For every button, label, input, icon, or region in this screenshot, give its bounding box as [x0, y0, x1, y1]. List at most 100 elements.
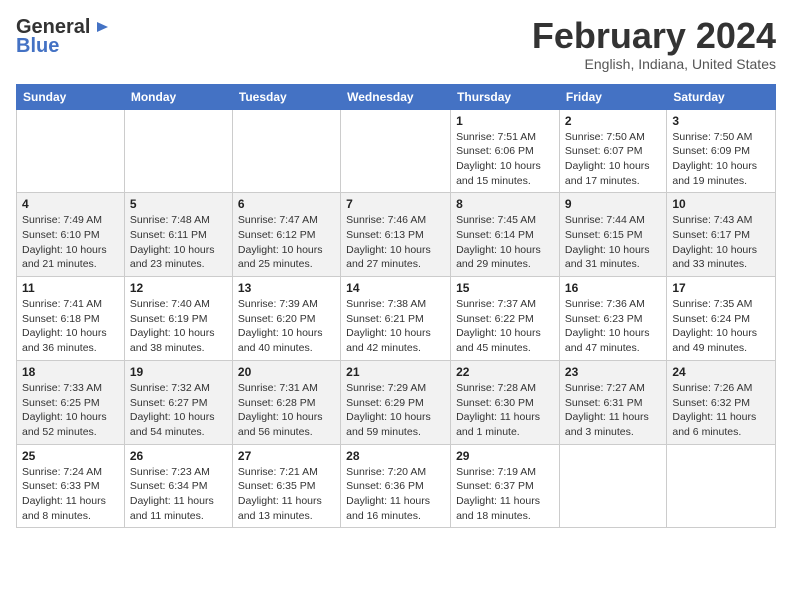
day-info: Sunrise: 7:37 AMSunset: 6:22 PMDaylight:… — [456, 297, 554, 356]
calendar-cell: 22 Sunrise: 7:28 AMSunset: 6:30 PMDayligh… — [451, 360, 560, 444]
day-number: 9 — [565, 197, 661, 211]
day-number: 17 — [672, 281, 770, 295]
calendar-cell: 1Sunrise: 7:51 AMSunset: 6:06 PMDaylight… — [451, 109, 560, 193]
week-row-1: 1Sunrise: 7:51 AMSunset: 6:06 PMDaylight… — [17, 109, 776, 193]
header-tuesday: Tuesday — [232, 84, 340, 109]
calendar-cell: 7 Sunrise: 7:46 AMSunset: 6:13 PMDaylight… — [341, 193, 451, 277]
calendar-cell: 3 Sunrise: 7:50 AMSunset: 6:09 PMDaylight… — [667, 109, 776, 193]
day-number: 6 — [238, 197, 335, 211]
day-info: Sunrise: 7:33 AMSunset: 6:25 PMDaylight:… — [22, 381, 119, 440]
day-info: Sunrise: 7:44 AMSunset: 6:15 PMDaylight:… — [565, 213, 661, 272]
day-number: 29 — [456, 449, 554, 463]
day-info: Sunrise: 7:35 AMSunset: 6:24 PMDaylight:… — [672, 297, 770, 356]
day-info: Sunrise: 7:41 AMSunset: 6:18 PMDaylight:… — [22, 297, 119, 356]
day-number: 13 — [238, 281, 335, 295]
calendar-cell: 18 Sunrise: 7:33 AMSunset: 6:25 PMDayligh… — [17, 360, 125, 444]
calendar-cell: 13 Sunrise: 7:39 AMSunset: 6:20 PMDayligh… — [232, 277, 340, 361]
day-number: 14 — [346, 281, 445, 295]
calendar-cell — [232, 109, 340, 193]
week-row-3: 11 Sunrise: 7:41 AMSunset: 6:18 PMDayligh… — [17, 277, 776, 361]
day-number: 2 — [565, 114, 661, 128]
calendar-cell: 9 Sunrise: 7:44 AMSunset: 6:15 PMDaylight… — [559, 193, 666, 277]
day-info: Sunrise: 7:26 AMSunset: 6:32 PMDaylight:… — [672, 381, 770, 440]
day-number: 27 — [238, 449, 335, 463]
day-info: Sunrise: 7:39 AMSunset: 6:20 PMDaylight:… — [238, 297, 335, 356]
calendar-cell: 11 Sunrise: 7:41 AMSunset: 6:18 PMDayligh… — [17, 277, 125, 361]
day-info: Sunrise: 7:28 AMSunset: 6:30 PMDaylight:… — [456, 381, 554, 440]
day-info: Sunrise: 7:43 AMSunset: 6:17 PMDaylight:… — [672, 213, 770, 272]
days-header-row: Sunday Monday Tuesday Wednesday Thursday… — [17, 84, 776, 109]
day-info: Sunrise: 7:27 AMSunset: 6:31 PMDaylight:… — [565, 381, 661, 440]
day-number: 24 — [672, 365, 770, 379]
day-info: Sunrise: 7:19 AMSunset: 6:37 PMDaylight:… — [456, 465, 554, 524]
day-number: 26 — [130, 449, 227, 463]
day-number: 20 — [238, 365, 335, 379]
day-number: 5 — [130, 197, 227, 211]
day-number: 8 — [456, 197, 554, 211]
week-row-4: 18 Sunrise: 7:33 AMSunset: 6:25 PMDayligh… — [17, 360, 776, 444]
day-info: Sunrise: 7:49 AMSunset: 6:10 PMDaylight:… — [22, 213, 119, 272]
title-area: February 2024 English, Indiana, United S… — [532, 16, 776, 72]
day-info: Sunrise: 7:29 AMSunset: 6:29 PMDaylight:… — [346, 381, 445, 440]
header-sunday: Sunday — [17, 84, 125, 109]
calendar-cell: 19 Sunrise: 7:32 AMSunset: 6:27 PMDayligh… — [124, 360, 232, 444]
header-wednesday: Wednesday — [341, 84, 451, 109]
page-header: General Blue February 2024 English, Indi… — [16, 16, 776, 72]
day-number: 10 — [672, 197, 770, 211]
calendar-cell: 2 Sunrise: 7:50 AMSunset: 6:07 PMDaylight… — [559, 109, 666, 193]
day-info: Sunrise: 7:50 AMSunset: 6:09 PMDaylight:… — [672, 130, 770, 189]
day-info: Sunrise: 7:50 AMSunset: 6:07 PMDaylight:… — [565, 130, 661, 189]
day-info: Sunrise: 7:48 AMSunset: 6:11 PMDaylight:… — [130, 213, 227, 272]
calendar-cell: 20 Sunrise: 7:31 AMSunset: 6:28 PMDayligh… — [232, 360, 340, 444]
calendar-cell: 6Sunrise: 7:47 AMSunset: 6:12 PMDaylight… — [232, 193, 340, 277]
day-number: 21 — [346, 365, 445, 379]
day-info: Sunrise: 7:24 AMSunset: 6:33 PMDaylight:… — [22, 465, 119, 524]
location-subtitle: English, Indiana, United States — [532, 56, 776, 72]
calendar-cell: 24 Sunrise: 7:26 AMSunset: 6:32 PMDayligh… — [667, 360, 776, 444]
day-number: 23 — [565, 365, 661, 379]
day-info: Sunrise: 7:51 AMSunset: 6:06 PMDaylight:… — [456, 130, 554, 189]
day-info: Sunrise: 7:36 AMSunset: 6:23 PMDaylight:… — [565, 297, 661, 356]
calendar-cell: 17 Sunrise: 7:35 AMSunset: 6:24 PMDayligh… — [667, 277, 776, 361]
calendar-cell: 29 Sunrise: 7:19 AMSunset: 6:37 PMDayligh… — [451, 444, 560, 528]
header-thursday: Thursday — [451, 84, 560, 109]
logo-blue-text: Blue — [16, 35, 59, 58]
day-number: 4 — [22, 197, 119, 211]
day-info: Sunrise: 7:20 AMSunset: 6:36 PMDaylight:… — [346, 465, 445, 524]
day-number: 18 — [22, 365, 119, 379]
day-info: Sunrise: 7:46 AMSunset: 6:13 PMDaylight:… — [346, 213, 445, 272]
calendar-cell — [124, 109, 232, 193]
header-saturday: Saturday — [667, 84, 776, 109]
calendar-cell — [341, 109, 451, 193]
calendar-cell: 28 Sunrise: 7:20 AMSunset: 6:36 PMDayligh… — [341, 444, 451, 528]
calendar-cell: 27 Sunrise: 7:21 AMSunset: 6:35 PMDayligh… — [232, 444, 340, 528]
day-number: 19 — [130, 365, 227, 379]
day-info: Sunrise: 7:31 AMSunset: 6:28 PMDaylight:… — [238, 381, 335, 440]
calendar-cell: 15 Sunrise: 7:37 AMSunset: 6:22 PMDayligh… — [451, 277, 560, 361]
day-info: Sunrise: 7:40 AMSunset: 6:19 PMDaylight:… — [130, 297, 227, 356]
day-number: 12 — [130, 281, 227, 295]
day-number: 11 — [22, 281, 119, 295]
day-number: 22 — [456, 365, 554, 379]
day-info: Sunrise: 7:32 AMSunset: 6:27 PMDaylight:… — [130, 381, 227, 440]
week-row-2: 4 Sunrise: 7:49 AMSunset: 6:10 PMDaylight… — [17, 193, 776, 277]
month-title: February 2024 — [532, 16, 776, 56]
calendar-cell: 5 Sunrise: 7:48 AMSunset: 6:11 PMDaylight… — [124, 193, 232, 277]
header-friday: Friday — [559, 84, 666, 109]
week-row-5: 25Sunrise: 7:24 AMSunset: 6:33 PMDayligh… — [17, 444, 776, 528]
day-info: Sunrise: 7:45 AMSunset: 6:14 PMDaylight:… — [456, 213, 554, 272]
calendar-cell: 10 Sunrise: 7:43 AMSunset: 6:17 PMDayligh… — [667, 193, 776, 277]
calendar-cell: 4 Sunrise: 7:49 AMSunset: 6:10 PMDaylight… — [17, 193, 125, 277]
logo-arrow-icon — [92, 18, 110, 36]
day-number: 16 — [565, 281, 661, 295]
calendar-table: Sunday Monday Tuesday Wednesday Thursday… — [16, 84, 776, 529]
day-number: 3 — [672, 114, 770, 128]
calendar-cell: 16 Sunrise: 7:36 AMSunset: 6:23 PMDayligh… — [559, 277, 666, 361]
day-info: Sunrise: 7:21 AMSunset: 6:35 PMDaylight:… — [238, 465, 335, 524]
day-info: Sunrise: 7:38 AMSunset: 6:21 PMDaylight:… — [346, 297, 445, 356]
day-number: 28 — [346, 449, 445, 463]
calendar-cell: 14 Sunrise: 7:38 AMSunset: 6:21 PMDayligh… — [341, 277, 451, 361]
day-number: 7 — [346, 197, 445, 211]
day-number: 15 — [456, 281, 554, 295]
calendar-cell — [559, 444, 666, 528]
